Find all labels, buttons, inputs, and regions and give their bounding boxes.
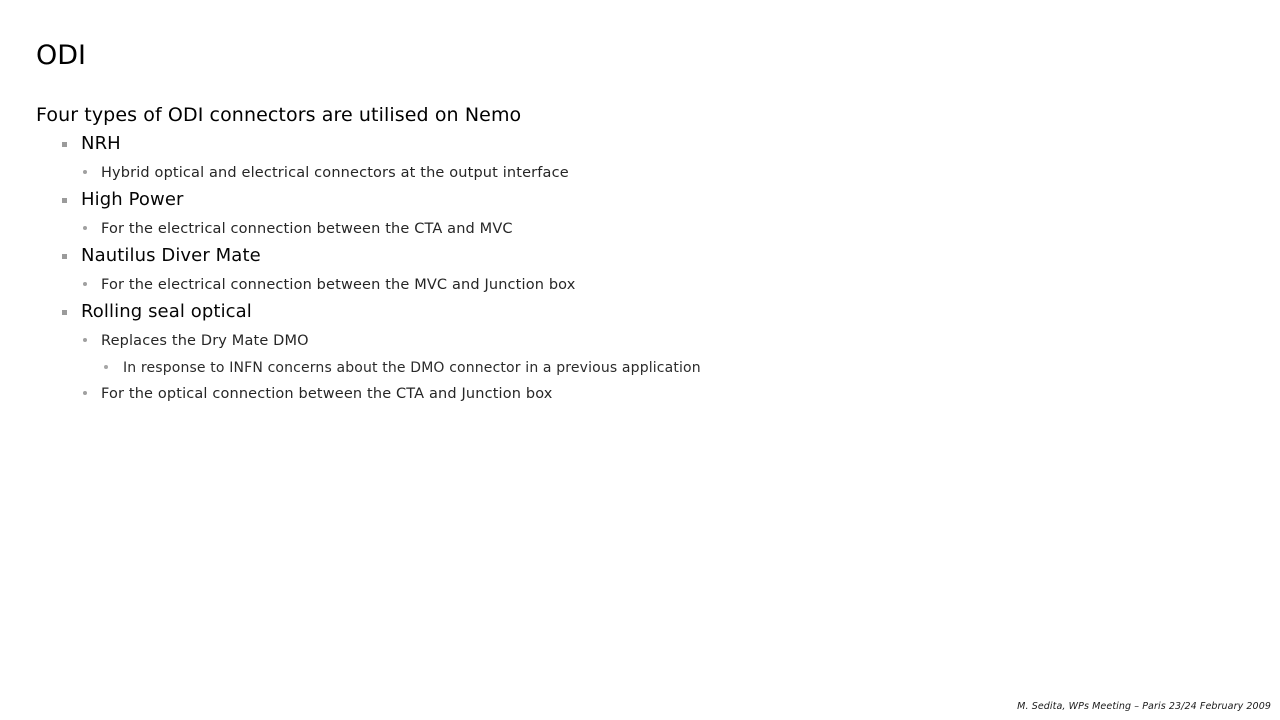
dot-bullet-icon bbox=[83, 226, 87, 230]
dot-bullet-icon bbox=[83, 170, 87, 174]
list-item: For the electrical connection between th… bbox=[36, 214, 1246, 242]
list-item-label: High Power bbox=[81, 189, 184, 210]
slide-footer: M. Sedita, WPs Meeting – Paris 23/24 Feb… bbox=[1017, 701, 1271, 712]
square-bullet-icon bbox=[62, 198, 67, 203]
list-item: NRH bbox=[36, 130, 1246, 158]
list-item: In response to INFN concerns about the D… bbox=[36, 354, 1246, 379]
list-item-label: Rolling seal optical bbox=[81, 301, 252, 322]
list-item: For the electrical connection between th… bbox=[36, 270, 1246, 298]
list-item: Nautilus Diver Mate bbox=[36, 242, 1246, 270]
list-item: Replaces the Dry Mate DMO bbox=[36, 326, 1246, 354]
presentation-slide: ODI Four types of ODI connectors are uti… bbox=[0, 0, 1280, 720]
square-bullet-icon bbox=[62, 254, 67, 259]
list-item: High Power bbox=[36, 186, 1246, 214]
intro-line: Four types of ODI connectors are utilise… bbox=[36, 101, 1246, 130]
slide-body: Four types of ODI connectors are utilise… bbox=[36, 101, 1246, 407]
list-item-label: Replaces the Dry Mate DMO bbox=[101, 333, 309, 349]
page-title: ODI bbox=[36, 40, 87, 71]
list-item-label: Nautilus Diver Mate bbox=[81, 245, 261, 266]
list-item-label: For the electrical connection between th… bbox=[101, 221, 513, 237]
dot-bullet-icon bbox=[83, 338, 87, 342]
intro-text: Four types of ODI connectors are utilise… bbox=[36, 104, 522, 126]
square-bullet-icon bbox=[62, 310, 67, 315]
list-item: Hybrid optical and electrical connectors… bbox=[36, 158, 1246, 186]
square-bullet-icon bbox=[62, 142, 67, 147]
dot-bullet-icon bbox=[83, 391, 87, 395]
list-item-label: Hybrid optical and electrical connectors… bbox=[101, 165, 569, 181]
dot-bullet-icon bbox=[83, 282, 87, 286]
list-item-label: In response to INFN concerns about the D… bbox=[123, 360, 701, 376]
list-item: Rolling seal optical bbox=[36, 298, 1246, 326]
list-item-label: For the optical connection between the C… bbox=[101, 386, 553, 402]
list-item-label: For the electrical connection between th… bbox=[101, 277, 576, 293]
dot-bullet-icon bbox=[104, 365, 108, 369]
list-item: For the optical connection between the C… bbox=[36, 379, 1246, 407]
list-item-label: NRH bbox=[81, 133, 121, 154]
